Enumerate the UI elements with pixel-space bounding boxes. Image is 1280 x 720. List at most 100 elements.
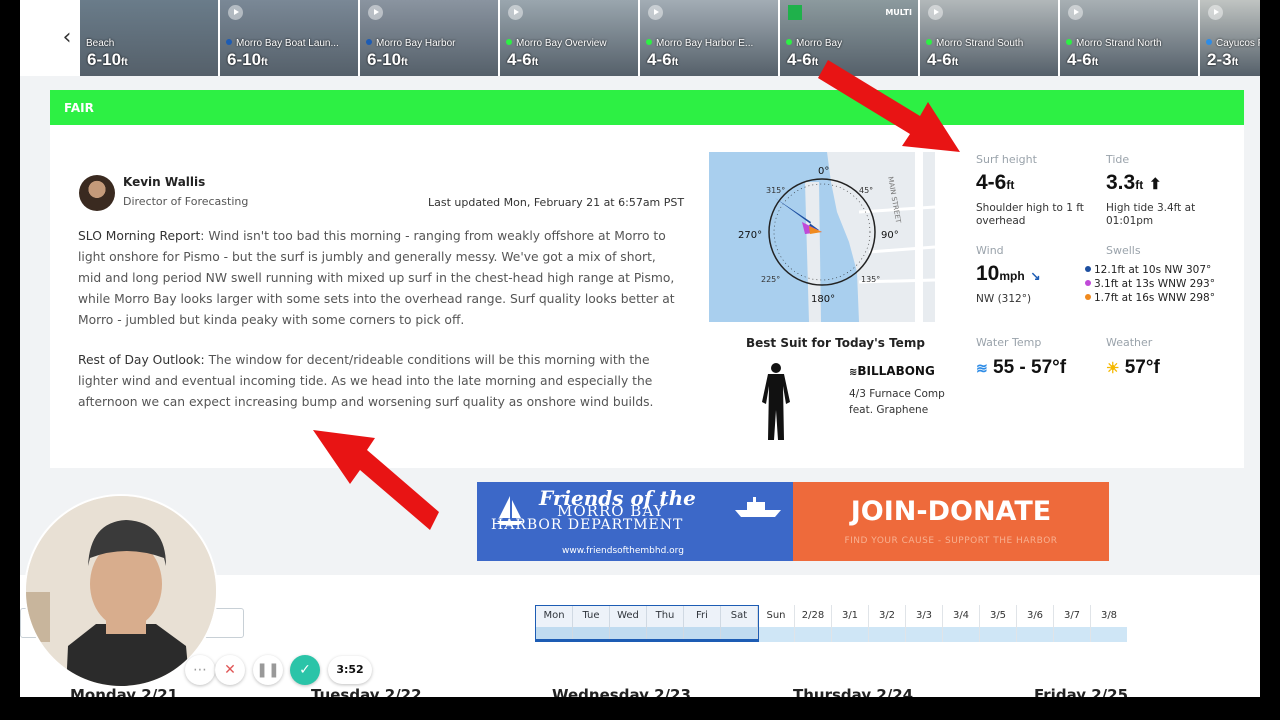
wind-direction: NW (312°) xyxy=(976,293,1032,305)
suit-description: 4/3 Furnace Comp feat. Graphene xyxy=(849,388,945,416)
tide-desc: High tide 3.4ft at 01:01pm xyxy=(1106,202,1196,227)
condition-dot-icon xyxy=(506,39,512,45)
day-cell[interactable]: 3/6 xyxy=(1016,605,1053,642)
camera-strip: ‹ Beach 6-10ft Morro Bay Boat Laun... 6-10f… xyxy=(20,0,1260,76)
cam-tile[interactable]: Morro Bay Harbor E... 4-6ft xyxy=(640,0,778,76)
day-cell[interactable]: Sat xyxy=(720,605,757,642)
forecaster-title: Director of Forecasting xyxy=(123,195,249,208)
wind-direction-icon: ↘ xyxy=(1030,269,1041,283)
ad-cause: FIND YOUR CAUSE - SUPPORT THE HARBOR xyxy=(844,536,1058,546)
chevron-left-icon[interactable]: ‹ xyxy=(55,24,79,52)
day-cell[interactable]: 3/4 xyxy=(942,605,979,642)
ad-url: www.friendsofthembhd.org xyxy=(562,546,684,556)
day-cell[interactable]: 3/3 xyxy=(905,605,942,642)
swell-dot-icon xyxy=(1085,280,1091,286)
day-cell[interactable]: Tue xyxy=(572,605,609,642)
cam-tile[interactable]: Morro Strand North 4-6ft xyxy=(1060,0,1198,76)
compass-s: 180° xyxy=(811,294,836,305)
cam-height: 4-6ft xyxy=(647,50,679,69)
condition-bar: FAIR xyxy=(50,90,1244,125)
cam-name: Morro Bay Harbor xyxy=(366,38,455,49)
arrow-up-icon: ⬆ xyxy=(1149,176,1162,193)
cam-tile[interactable]: Morro Bay Boat Laun... 6-10ft xyxy=(220,0,358,76)
wind-value: 10mph ↘ xyxy=(976,262,1041,285)
day-cell[interactable]: Fri xyxy=(683,605,720,642)
day-header: Friday 2/25 xyxy=(1034,686,1129,697)
surf-height-desc: Shoulder high to 1 ft overhead xyxy=(976,202,1084,227)
day-cell[interactable]: 3/2 xyxy=(868,605,905,642)
cam-tile[interactable]: Morro Bay Harbor 6-10ft xyxy=(360,0,498,76)
harbor-ad-banner[interactable]: Friends of the MORRO BAY HARBOR DEPARTME… xyxy=(477,482,1109,561)
condition-dot-icon xyxy=(926,39,932,45)
day-cell[interactable]: Thu xyxy=(646,605,683,642)
day-cell[interactable]: Wed xyxy=(609,605,646,642)
cam-height: 2-3ft xyxy=(1207,50,1239,69)
day-cell[interactable]: 3/7 xyxy=(1053,605,1090,642)
play-icon xyxy=(928,5,943,20)
cam-name: Morro Strand North xyxy=(1066,38,1162,49)
play-icon xyxy=(508,5,523,20)
ad-line3: HARBOR DEPARTMENT xyxy=(491,517,684,533)
swell-item: 3.1ft at 13s WNW 293° xyxy=(1085,278,1215,290)
wind-label: Wind xyxy=(976,244,1004,257)
swell-dot-icon xyxy=(1085,294,1091,300)
recording-controls: ⋯ ✕ ❚❚ ✓ 3:52 xyxy=(185,655,375,687)
tide-value: 3.3ft ⬆ xyxy=(1106,171,1162,194)
day-selector: Mon Tue Wed Thu Fri Sat Sun 2/28 3/1 3/2 3/3 3/4 3/5… xyxy=(535,605,1127,642)
cancel-recording-button[interactable]: ✕ xyxy=(215,655,245,685)
annotation-arrow-right xyxy=(818,60,960,152)
cam-name: Morro Bay Boat Laun... xyxy=(226,38,339,49)
swell-item: 1.7ft at 16s WNW 298° xyxy=(1085,292,1215,304)
play-icon xyxy=(648,5,663,20)
more-options-button[interactable]: ⋯ xyxy=(185,655,215,685)
cam-name: Morro Bay xyxy=(786,38,842,49)
morning-report: SLO Morning Report: Wind isn't too bad t… xyxy=(78,226,680,331)
compass-n: 0° xyxy=(818,166,830,177)
condition-dot-icon xyxy=(366,39,372,45)
surf-height-value: 4-6ft xyxy=(976,171,1015,194)
cam-tile[interactable]: Beach 6-10ft xyxy=(80,0,218,76)
finish-recording-button[interactable]: ✓ xyxy=(290,655,320,685)
water-temp-label: Water Temp xyxy=(976,336,1042,349)
play-icon xyxy=(228,5,243,20)
day-cell[interactable]: 2/28 xyxy=(794,605,831,642)
outlook-report: Rest of Day Outlook: The window for dece… xyxy=(78,350,680,413)
weather-value: ☀ 57°f xyxy=(1106,357,1160,378)
day-cell[interactable]: 3/1 xyxy=(831,605,868,642)
suit-title: Best Suit for Today's Temp xyxy=(746,336,925,350)
morning-report-body: : Wind isn't too bad this morning - rang… xyxy=(78,229,675,327)
last-updated: Last updated Mon, February 21 at 6:57am … xyxy=(428,196,685,209)
cam-height: 4-6ft xyxy=(507,50,539,69)
sun-icon: ☀ xyxy=(1106,360,1120,377)
report-card: Kevin Wallis Director of Forecasting Las… xyxy=(50,125,1244,468)
day-header: Wednesday 2/23 xyxy=(552,686,691,697)
annotation-arrow-left xyxy=(313,430,439,530)
cam-height: 6-10ft xyxy=(367,50,408,69)
day-cell[interactable]: 3/5 xyxy=(979,605,1016,642)
pause-recording-button[interactable]: ❚❚ xyxy=(253,655,283,685)
ad-left-panel: Friends of the MORRO BAY HARBOR DEPARTME… xyxy=(477,482,793,561)
cam-height: 4-6ft xyxy=(1067,50,1099,69)
day-cell[interactable]: 3/8 xyxy=(1090,605,1127,642)
play-icon xyxy=(1068,5,1083,20)
surf-height-label: Surf height xyxy=(976,153,1037,166)
day-cell[interactable]: Sun xyxy=(757,605,794,642)
flag-icon xyxy=(788,5,802,20)
cam-name: Morro Bay Harbor E... xyxy=(646,38,753,49)
multi-badge: MULTI xyxy=(885,8,912,17)
condition-dot-icon xyxy=(1206,39,1212,45)
ship-icon xyxy=(735,497,781,517)
morning-report-heading: SLO Morning Report xyxy=(78,229,201,243)
play-icon xyxy=(1208,5,1223,20)
wind-swell-map[interactable]: 0° 90° 180° 270° 45° 135° 225° 315° MAIN… xyxy=(709,152,935,322)
cam-height: 6-10ft xyxy=(87,50,128,69)
compass-nw: 315° xyxy=(766,186,786,195)
cam-height: 6-10ft xyxy=(227,50,268,69)
forecaster-name: Kevin Wallis xyxy=(123,175,206,189)
compass-sw: 225° xyxy=(761,275,781,284)
day-cell[interactable]: Mon xyxy=(535,605,572,642)
cam-name: Morro Bay Overview xyxy=(506,38,607,49)
cam-name: Morro Strand South xyxy=(926,38,1023,49)
cam-tile[interactable]: Morro Bay Overview 4-6ft xyxy=(500,0,638,76)
cam-tile[interactable]: Cayucos Pier, Southsi...2-3ft xyxy=(1200,0,1260,76)
